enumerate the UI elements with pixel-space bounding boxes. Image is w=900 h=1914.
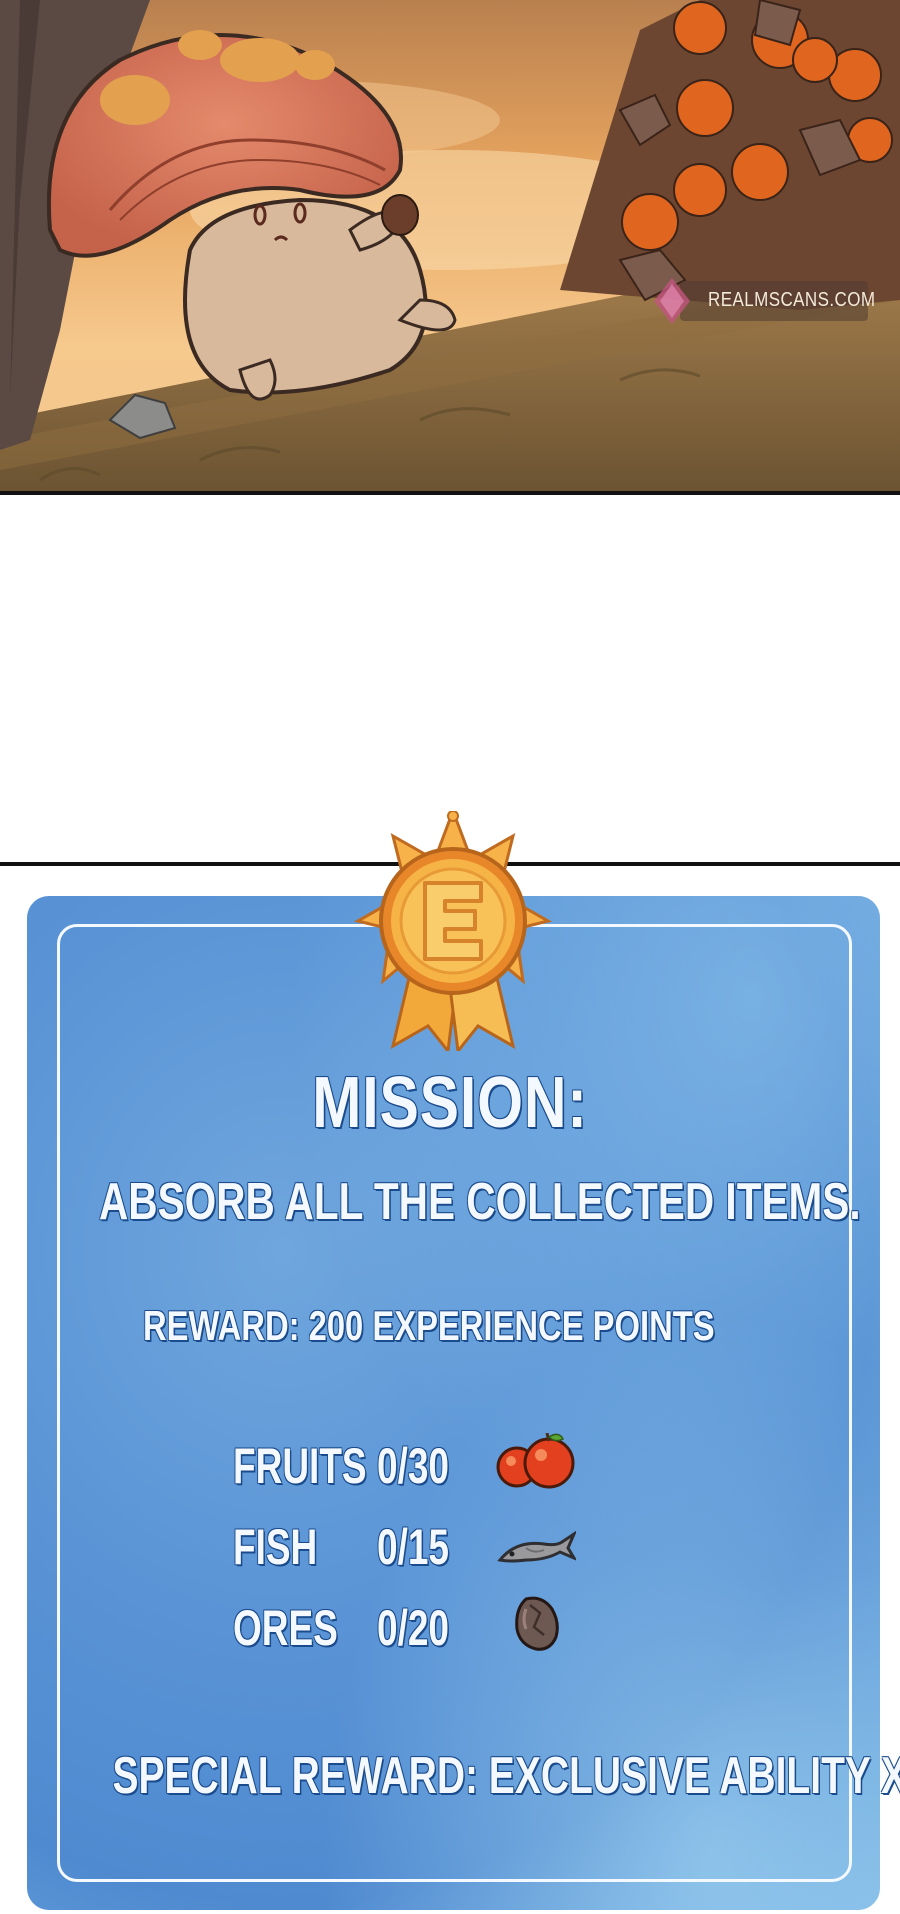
- item-label-fruits: FRUITS: [233, 1438, 367, 1494]
- mission-reward: REWARD: 200 EXPERIENCE POINTS: [143, 1302, 715, 1349]
- watermark: REALMSCANS.COM: [652, 270, 876, 332]
- ore-icon: [515, 1596, 559, 1651]
- mission-title: MISSION:: [312, 1063, 588, 1143]
- rank-medal-icon: [354, 811, 552, 1051]
- fish-icon: [497, 1530, 576, 1563]
- comic-panel-top: REALMSCANS.COM: [0, 0, 900, 495]
- item-label-fish: FISH: [233, 1519, 318, 1575]
- watermark-text: REALMSCANS.COM: [708, 289, 876, 311]
- item-count-fish: 0/15: [377, 1519, 450, 1575]
- item-label-ores: ORES: [233, 1600, 338, 1656]
- fruit-icon: [496, 1433, 575, 1489]
- item-count-fruits: 0/30: [377, 1438, 450, 1494]
- mission-description: ABSORB ALL THE COLLECTED ITEMS.: [99, 1173, 861, 1231]
- gem-logo-icon: [654, 278, 690, 324]
- comic-illustration: [0, 0, 900, 491]
- item-count-ores: 0/20: [377, 1600, 450, 1656]
- special-reward: SPECIAL REWARD: EXCLUSIVE ABILITY X1: [112, 1747, 900, 1805]
